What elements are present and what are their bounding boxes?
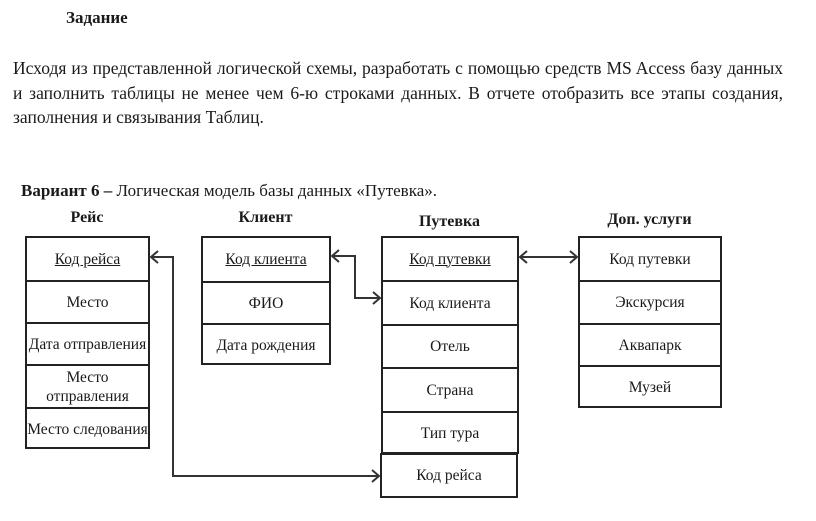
table-title-dop-uslugi: Доп. услуги [607, 211, 692, 228]
field-data-rozhdeniya: Дата рождения [203, 323, 329, 365]
field-label: Страна [426, 381, 474, 399]
field-kod-reysa: Код рейса [27, 238, 148, 280]
field-kod-reysa-fk: Код рейса [380, 453, 518, 498]
field-mesto: Место [27, 280, 148, 322]
field-label: Код путевки [609, 250, 691, 268]
field-mesto-sledovaniya: Место следования [27, 407, 148, 449]
field-label: Код клиента [409, 294, 491, 312]
field-kod-klienta: Код клиента [203, 238, 329, 281]
arrowhead-dop-uslugi [569, 250, 579, 264]
arrowhead-putevka-kod-klienta [372, 291, 382, 305]
table-dop-uslugi: Код путевки Экскурсия Аквапарк Музей [578, 236, 722, 408]
diagram-caption: Вариант 6 – Логическая модель базы данны… [21, 181, 437, 201]
caption-text: Логическая модель базы данных «Путевка». [112, 181, 438, 200]
table-title-putevka: Путевка [418, 213, 481, 230]
field-label: Дата отправления [28, 335, 147, 353]
field-muzey: Музей [580, 365, 720, 408]
field-kod-klienta-fk: Код клиента [383, 280, 517, 324]
field-kod-putevki: Код путевки [383, 238, 517, 280]
table-title-klient: Клиент [238, 209, 293, 226]
field-label: Место следования [27, 420, 148, 438]
field-label: Экскурсия [615, 294, 685, 311]
arrowhead-putevka [518, 250, 528, 264]
field-label: Место отправления [46, 368, 129, 405]
field-mesto-otpravleniya: Место отправления [27, 364, 148, 407]
caption-variant: Вариант 6 – [21, 181, 113, 200]
field-label: Аквапарк [618, 336, 682, 354]
field-label: Отель [430, 338, 470, 355]
field-akvapark: Аквапарк [580, 323, 720, 365]
field-tip-tura: Тип тура [383, 411, 517, 454]
field-otel: Отель [383, 324, 517, 367]
field-data-otpravleniya: Дата отправления [27, 322, 148, 364]
field-label: Дата рождения [216, 336, 316, 354]
field-label: Код путевки [409, 250, 491, 268]
field-ekskursiya: Экскурсия [580, 280, 720, 323]
field-label: Код клиента [225, 251, 307, 268]
table-putevka: Код путевки Код клиента Отель Страна Тип… [381, 236, 519, 454]
field-strana: Страна [383, 367, 517, 411]
arrowhead-putevka-kod-reysa [371, 469, 381, 483]
field-fio: ФИО [203, 281, 329, 323]
task-heading: Задание [66, 8, 128, 27]
table-reys: Код рейса Место Дата отправления Место о… [25, 236, 150, 449]
task-paragraph: Исходя из представленной логической схем… [13, 58, 783, 127]
field-label: Музей [628, 379, 672, 396]
arrowhead-klient [330, 249, 340, 263]
field-label: Код рейса [54, 250, 121, 268]
field-kod-putevki-fk: Код путевки [580, 238, 720, 280]
field-label: Код рейса [416, 466, 482, 484]
table-klient: Код клиента ФИО Дата рождения [201, 236, 331, 365]
field-label: Тип тура [420, 425, 480, 442]
arrowhead-reys [149, 250, 159, 264]
field-label: Место [66, 293, 109, 311]
field-label: ФИО [248, 294, 284, 312]
table-title-reys: Рейс [70, 209, 104, 226]
link-klient-putevka [333, 255, 379, 299]
